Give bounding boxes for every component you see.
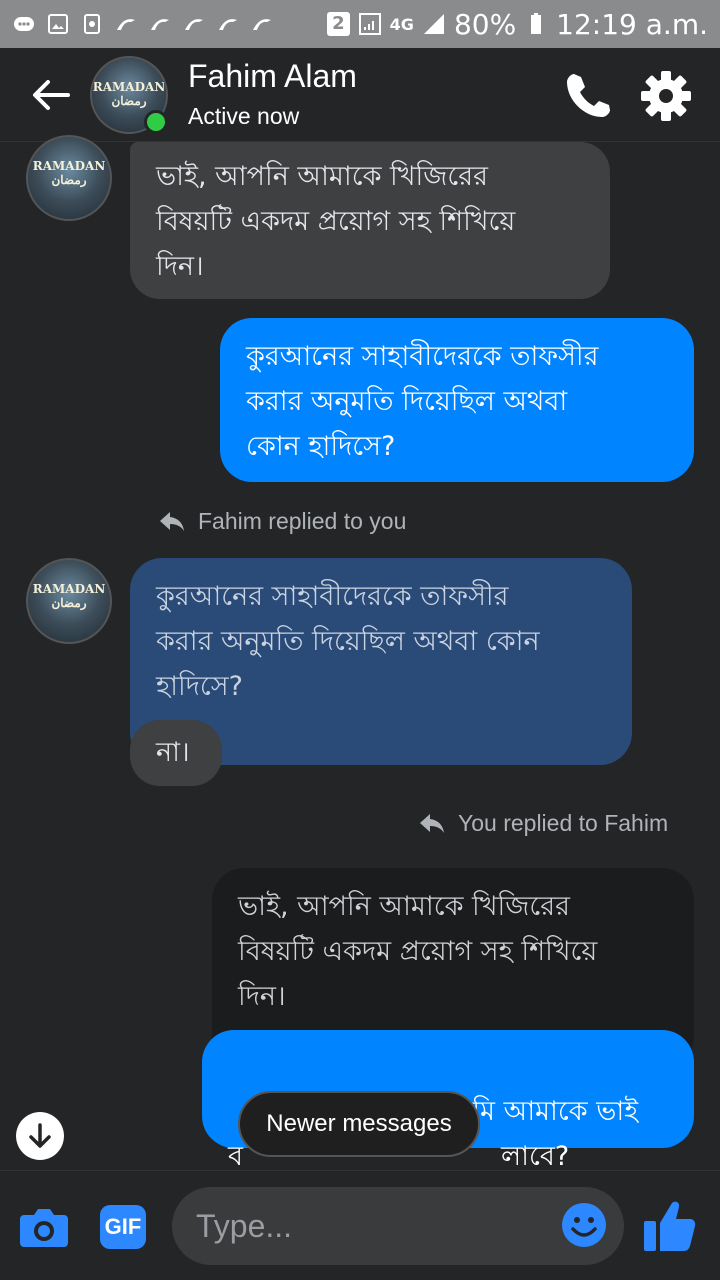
reply-arrow-icon	[160, 511, 184, 531]
battery-percent: 80%	[453, 7, 517, 41]
message-composer: GIF	[0, 1170, 720, 1280]
newer-messages-button[interactable]: Newer messages	[238, 1091, 480, 1157]
emoji-icon[interactable]	[560, 1201, 608, 1249]
message-line: লাবে?	[501, 1141, 570, 1172]
signal-icon	[358, 13, 381, 35]
conversation-header: RAMADAN رمضان Fahim Alam Active now	[0, 48, 720, 142]
reply-indicator: You replied to Fahim	[418, 810, 668, 837]
sim-badge: 2	[327, 12, 350, 36]
app-notification-icon	[219, 19, 237, 30]
settings-gear-icon[interactable]	[638, 68, 694, 124]
network-type: 4G	[389, 14, 414, 34]
thumbs-up-icon[interactable]	[640, 1197, 698, 1255]
status-bar: 2 4G 80% 12:19 a.m.	[0, 0, 720, 48]
battery-icon	[531, 13, 542, 34]
contact-name[interactable]: Fahim Alam	[188, 58, 357, 95]
cellular-signal-icon	[423, 14, 444, 34]
reply-indicator-text: You replied to Fahim	[458, 810, 669, 836]
status-bar-system: 2 4G 80% 12:19 a.m.	[327, 8, 708, 41]
message-notification-icon	[14, 17, 34, 31]
call-icon[interactable]	[560, 68, 616, 124]
reply-indicator: Fahim replied to you	[158, 508, 406, 535]
back-arrow-icon[interactable]	[26, 70, 76, 120]
app-notification-icon	[117, 19, 135, 30]
message-input[interactable]	[196, 1187, 556, 1265]
avatar-logo-text: RAMADAN رمضان	[92, 80, 166, 108]
reply-indicator-text: Fahim replied to you	[198, 508, 407, 534]
avatar-logo-text: RAMADAN رمضان	[32, 159, 106, 187]
outgoing-message[interactable]: কুরআনের সাহাবীদেরকে তাফসীর করার অনুমতি দ…	[220, 318, 694, 482]
app-notification-icon	[151, 19, 169, 30]
message-line: ব	[228, 1141, 244, 1172]
avatar-logo-text: RAMADAN رمضان	[32, 582, 106, 610]
incoming-message[interactable]: ভাই, আপনি আমাকে খিজিরের বিষয়টি একদম প্র…	[130, 142, 610, 299]
arrow-down-icon	[29, 1123, 51, 1148]
sender-avatar[interactable]: RAMADAN رمضان	[26, 558, 112, 644]
incoming-message[interactable]: না।	[130, 720, 222, 786]
status-bar-notifications	[12, 12, 274, 36]
app-notification-icon	[185, 19, 203, 30]
recycle-notification-icon	[84, 14, 100, 34]
scroll-to-bottom-button[interactable]	[16, 1112, 64, 1160]
sender-avatar[interactable]: RAMADAN رمضان	[26, 135, 112, 221]
camera-icon[interactable]	[18, 1203, 70, 1251]
contact-active-status: Active now	[188, 103, 300, 129]
app-notification-icon	[253, 19, 271, 30]
gif-button[interactable]: GIF	[100, 1205, 146, 1249]
message-input-container	[172, 1187, 624, 1265]
clock: 12:19 a.m.	[556, 7, 708, 41]
gallery-notification-icon	[48, 14, 68, 34]
reply-arrow-icon	[420, 813, 444, 833]
online-status-dot	[144, 110, 168, 134]
